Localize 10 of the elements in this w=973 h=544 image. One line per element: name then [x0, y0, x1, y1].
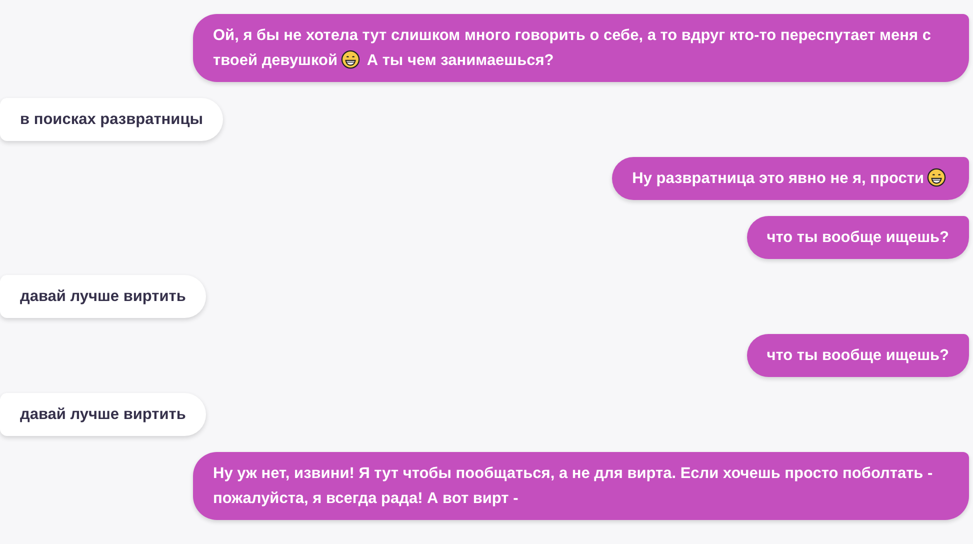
- sent-message: Ой, я бы не хотела тут слишком много говорить о себе, а то вдруг кто-то переспутает меня с твоей девушкой А ты чем занимаешься?: [193, 14, 969, 82]
- sent-message: Ну развратница это явно не я, прости: [612, 157, 969, 200]
- received-message: давай лучше виртить: [0, 275, 206, 318]
- sent-message: Ну уж нет, извини! Я тут чтобы пообщаться, а не для вирта. Если хочешь просто поболтать - пожалуйста, я всегда рада! А вот вирт -: [193, 452, 969, 520]
- grinning-emoji-icon: [927, 168, 946, 187]
- sent-message: что ты вообще ищешь?: [746, 334, 969, 377]
- received-message: в поисках развратницы: [0, 98, 223, 141]
- received-message: давай лучше виртить: [0, 393, 206, 436]
- grinning-emoji-icon: [340, 50, 360, 69]
- sent-message: что ты вообще ищешь?: [746, 216, 969, 259]
